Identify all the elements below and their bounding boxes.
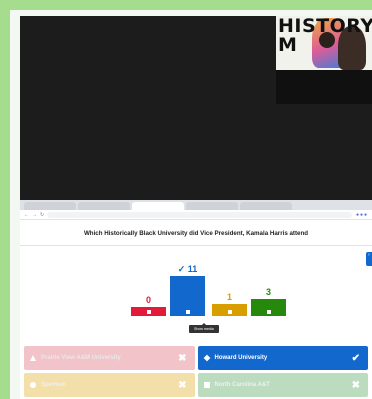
answer-yellow[interactable]: Spelman ✖ [24, 373, 195, 397]
answer-label: North Carolina A&T [214, 382, 270, 388]
result-column [251, 298, 286, 316]
square-icon [203, 382, 210, 388]
browser-tab[interactable] [24, 202, 76, 210]
answer-grid: Prairie View A&M University ✖ Howard Uni… [20, 346, 372, 397]
screen-frame: HISTORY M ← → ↻ ●●● Which Historically B… [10, 10, 372, 399]
question-text: Which Historically Black University did … [83, 230, 309, 237]
result-bar: ✓ 11 [170, 264, 205, 316]
presenter-thumbnail: HISTORY M [276, 16, 372, 104]
show-media-tooltip: Show media [189, 323, 219, 333]
tab-bar [20, 200, 372, 210]
video-area: HISTORY M [20, 16, 372, 200]
shape-icon [185, 310, 190, 314]
answer-blue[interactable]: Howard University ✔ [197, 346, 368, 370]
extension-icons[interactable]: ●●● [356, 212, 368, 218]
shape-icon [146, 310, 151, 314]
browser-tab[interactable] [186, 202, 238, 210]
shape-icon [266, 309, 271, 314]
history-month-logo: HISTORY M [276, 16, 372, 70]
browser-tab[interactable] [78, 202, 130, 210]
question-divider [20, 245, 372, 246]
result-bar: 0 [131, 295, 166, 316]
result-count: 3 [265, 286, 271, 297]
incorrect-icon: ✖ [178, 379, 187, 391]
forward-icon[interactable]: → [32, 212, 37, 218]
logo-text: HISTORY M [278, 16, 372, 56]
answer-label: Howard University [214, 355, 268, 361]
correct-check-icon: ✔ [351, 352, 360, 364]
circle-icon [30, 382, 36, 388]
result-bar: 3 [251, 287, 286, 316]
answer-label: Spelman [41, 382, 67, 388]
triangle-icon [30, 355, 36, 361]
answer-label: Prairie View A&M University [41, 355, 121, 361]
incorrect-icon: ✖ [178, 352, 187, 364]
back-icon[interactable]: ← [24, 212, 29, 218]
url-input[interactable] [47, 211, 352, 218]
address-bar: ← → ↻ ●●● [20, 210, 372, 220]
browser-tab[interactable] [240, 202, 292, 210]
result-count: 1 [226, 292, 232, 303]
result-count: ✓ 11 [177, 264, 198, 274]
result-column [131, 307, 166, 316]
browser-window: ← → ↻ ●●● Which Historically Black Unive… [20, 200, 372, 399]
next-button[interactable]: › [366, 252, 372, 266]
result-column [212, 304, 247, 316]
browser-tab[interactable] [132, 202, 184, 210]
result-column [170, 276, 205, 316]
diamond-icon [203, 354, 210, 362]
answer-red[interactable]: Prairie View A&M University ✖ [24, 346, 195, 370]
shape-icon [227, 309, 232, 314]
reload-icon[interactable]: ↻ [40, 212, 44, 218]
incorrect-icon: ✖ [351, 379, 360, 391]
result-count: 0 [145, 295, 151, 305]
answer-green[interactable]: North Carolina A&T ✖ [197, 373, 368, 397]
result-bar: 1 [212, 292, 247, 316]
